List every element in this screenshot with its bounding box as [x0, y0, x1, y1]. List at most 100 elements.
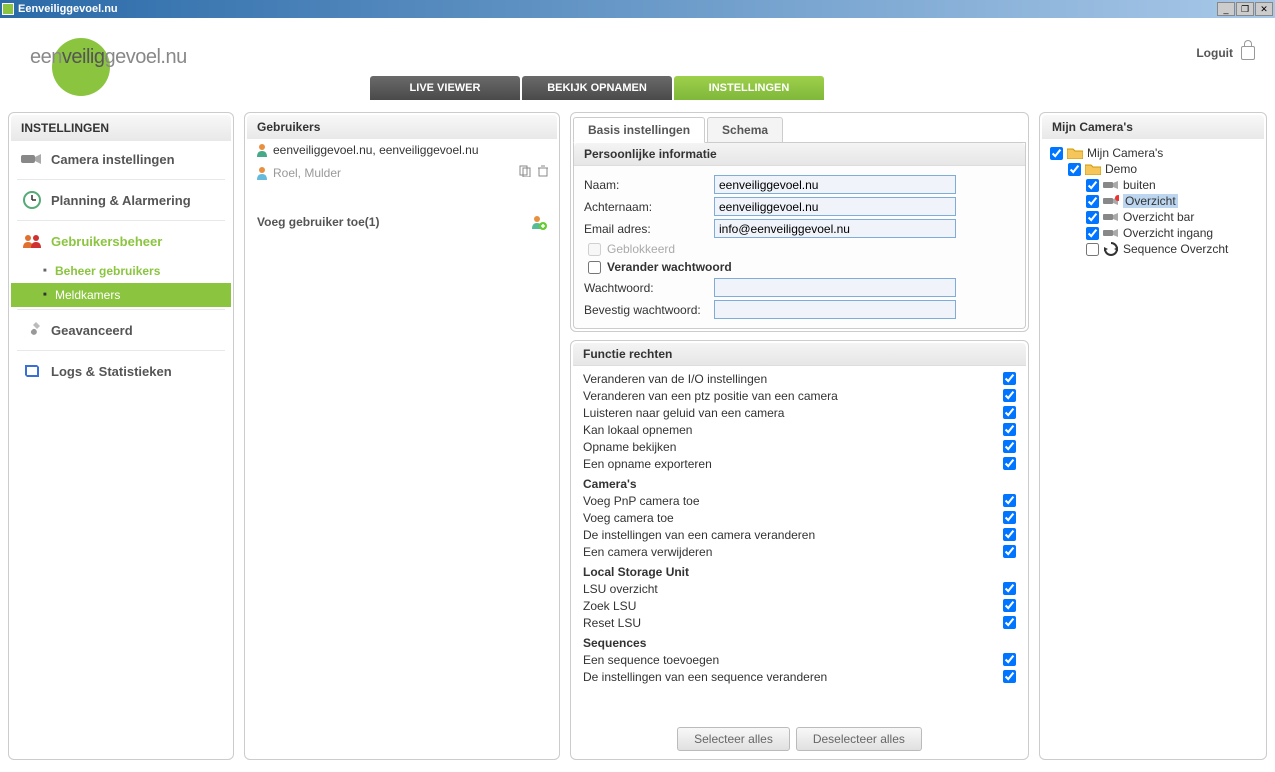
name-label: Naam: [584, 178, 714, 192]
right-checkbox[interactable] [1003, 582, 1016, 595]
user-row[interactable]: Roel, Mulder [247, 161, 557, 184]
tree-camera-item[interactable]: Sequence Overzcht [1046, 241, 1260, 257]
tab-live-viewer[interactable]: LIVE VIEWER [370, 76, 520, 100]
sidebar-sub-meldkamers[interactable]: Meldkamers [11, 283, 231, 307]
select-all-button[interactable]: Selecteer alles [677, 727, 790, 751]
sidebar-sub-label: Beheer gebruikers [55, 264, 160, 278]
camera-tree: Mijn Camera's Demo buitenOverzichtOverzi… [1042, 139, 1264, 263]
sidebar-item-label: Planning & Alarmering [51, 193, 191, 208]
tree-folder-demo[interactable]: Demo [1046, 161, 1260, 177]
right-row: LSU overzicht [583, 580, 1016, 597]
change-password-label: Verander wachtwoord [607, 260, 732, 274]
user-row[interactable]: eenveiliggevoel.nu, eenveiliggevoel.nu [247, 139, 557, 161]
rights-group-header: Camera's [583, 476, 1016, 492]
add-user-button[interactable]: Voeg gebruiker toe(1) [247, 184, 557, 236]
cameras-title: Mijn Camera's [1042, 115, 1264, 139]
right-label: Een camera verwijderen [583, 545, 1003, 559]
sidebar-item-label: Gebruikersbeheer [51, 234, 162, 249]
right-checkbox[interactable] [1003, 457, 1016, 470]
folder-icon [1067, 146, 1083, 160]
right-checkbox[interactable] [1003, 440, 1016, 453]
right-row: Reset LSU [583, 614, 1016, 631]
sidebar-item-users[interactable]: Gebruikersbeheer [11, 223, 231, 259]
right-checkbox[interactable] [1003, 599, 1016, 612]
tree-camera-item[interactable]: buiten [1046, 177, 1260, 193]
right-checkbox[interactable] [1003, 528, 1016, 541]
logo: eenveiliggevoel.nu [30, 46, 187, 69]
sidebar-sub-label: Meldkamers [55, 288, 120, 302]
top-nav: LIVE VIEWER BEKIJK OPNAMEN INSTELLINGEN [370, 76, 826, 100]
right-row: Een sequence toevoegen [583, 651, 1016, 668]
right-checkbox[interactable] [1003, 406, 1016, 419]
tree-root[interactable]: Mijn Camera's [1046, 145, 1260, 161]
sidebar-item-camera-settings[interactable]: Camera instellingen [11, 141, 231, 177]
surname-label: Achternaam: [584, 200, 714, 214]
tree-checkbox[interactable] [1086, 195, 1099, 208]
deselect-all-button[interactable]: Deselecteer alles [796, 727, 922, 751]
rights-title: Functie rechten [573, 343, 1026, 366]
tab-basic-settings[interactable]: Basis instellingen [573, 117, 705, 143]
camera-icon [1103, 210, 1119, 224]
right-row: Luisteren naar geluid van een camera [583, 404, 1016, 421]
sidebar-item-planning[interactable]: Planning & Alarmering [11, 182, 231, 218]
tab-recordings[interactable]: BEKIJK OPNAMEN [522, 76, 672, 100]
password-input[interactable] [714, 278, 956, 297]
sidebar: INSTELLINGEN Camera instellingen Plannin… [8, 112, 234, 760]
right-checkbox[interactable] [1003, 511, 1016, 524]
tree-camera-item[interactable]: Overzicht [1046, 193, 1260, 209]
right-checkbox[interactable] [1003, 389, 1016, 402]
right-checkbox[interactable] [1003, 616, 1016, 629]
tree-camera-item[interactable]: Overzicht bar [1046, 209, 1260, 225]
tree-checkbox[interactable] [1050, 147, 1063, 160]
rights-list: Veranderen van de I/O instellingenVerand… [573, 366, 1026, 721]
right-checkbox[interactable] [1003, 372, 1016, 385]
surname-input[interactable] [714, 197, 956, 216]
right-label: Luisteren naar geluid van een camera [583, 406, 1003, 420]
tree-checkbox[interactable] [1086, 211, 1099, 224]
users-panel: Gebruikers eenveiliggevoel.nu, eenveilig… [244, 112, 560, 760]
tab-settings[interactable]: INSTELLINGEN [674, 76, 824, 100]
user-name: eenveiliggevoel.nu, eenveiliggevoel.nu [273, 143, 479, 157]
wrench-icon [21, 321, 43, 339]
rights-panel: Functie rechten Veranderen van de I/O in… [570, 340, 1029, 760]
minimize-button[interactable]: _ [1217, 2, 1235, 16]
right-row: Een opname exporteren [583, 455, 1016, 472]
maximize-button[interactable]: ❐ [1236, 2, 1254, 16]
tree-checkbox[interactable] [1086, 227, 1099, 240]
right-row: De instellingen van een camera verandere… [583, 526, 1016, 543]
copy-icon[interactable] [519, 165, 531, 180]
confirm-password-input[interactable] [714, 300, 956, 319]
sidebar-sub-manage-users[interactable]: Beheer gebruikers [11, 259, 231, 283]
folder-icon [1085, 162, 1101, 176]
tree-checkbox[interactable] [1086, 179, 1099, 192]
rights-group-header: Local Storage Unit [583, 564, 1016, 580]
email-input[interactable] [714, 219, 956, 238]
person-icon [255, 143, 269, 157]
blocked-checkbox[interactable] [588, 243, 601, 256]
change-password-checkbox[interactable] [588, 261, 601, 274]
tree-checkbox[interactable] [1086, 243, 1099, 256]
tree-label: Demo [1105, 162, 1137, 176]
right-checkbox[interactable] [1003, 653, 1016, 666]
name-input[interactable] [714, 175, 956, 194]
right-label: De instellingen van een camera verandere… [583, 528, 1003, 542]
right-label: LSU overzicht [583, 582, 1003, 596]
window-title: Eenveiliggevoel.nu [18, 3, 1216, 15]
logo-text-mid: veilig [62, 46, 105, 68]
sidebar-item-logs[interactable]: Logs & Statistieken [11, 353, 231, 389]
right-label: Opname bekijken [583, 440, 1003, 454]
tab-schema[interactable]: Schema [707, 117, 783, 142]
sidebar-item-advanced[interactable]: Geavanceerd [11, 312, 231, 348]
right-checkbox[interactable] [1003, 670, 1016, 683]
sequence-icon [1103, 242, 1119, 256]
tree-camera-item[interactable]: Overzicht ingang [1046, 225, 1260, 241]
right-checkbox[interactable] [1003, 423, 1016, 436]
logout-button[interactable]: Loguit [1196, 46, 1255, 60]
trash-icon[interactable] [537, 165, 549, 180]
tree-checkbox[interactable] [1068, 163, 1081, 176]
right-checkbox[interactable] [1003, 545, 1016, 558]
close-button[interactable]: ✕ [1255, 2, 1273, 16]
right-row: Kan lokaal opnemen [583, 421, 1016, 438]
right-checkbox[interactable] [1003, 494, 1016, 507]
right-row: Voeg camera toe [583, 509, 1016, 526]
